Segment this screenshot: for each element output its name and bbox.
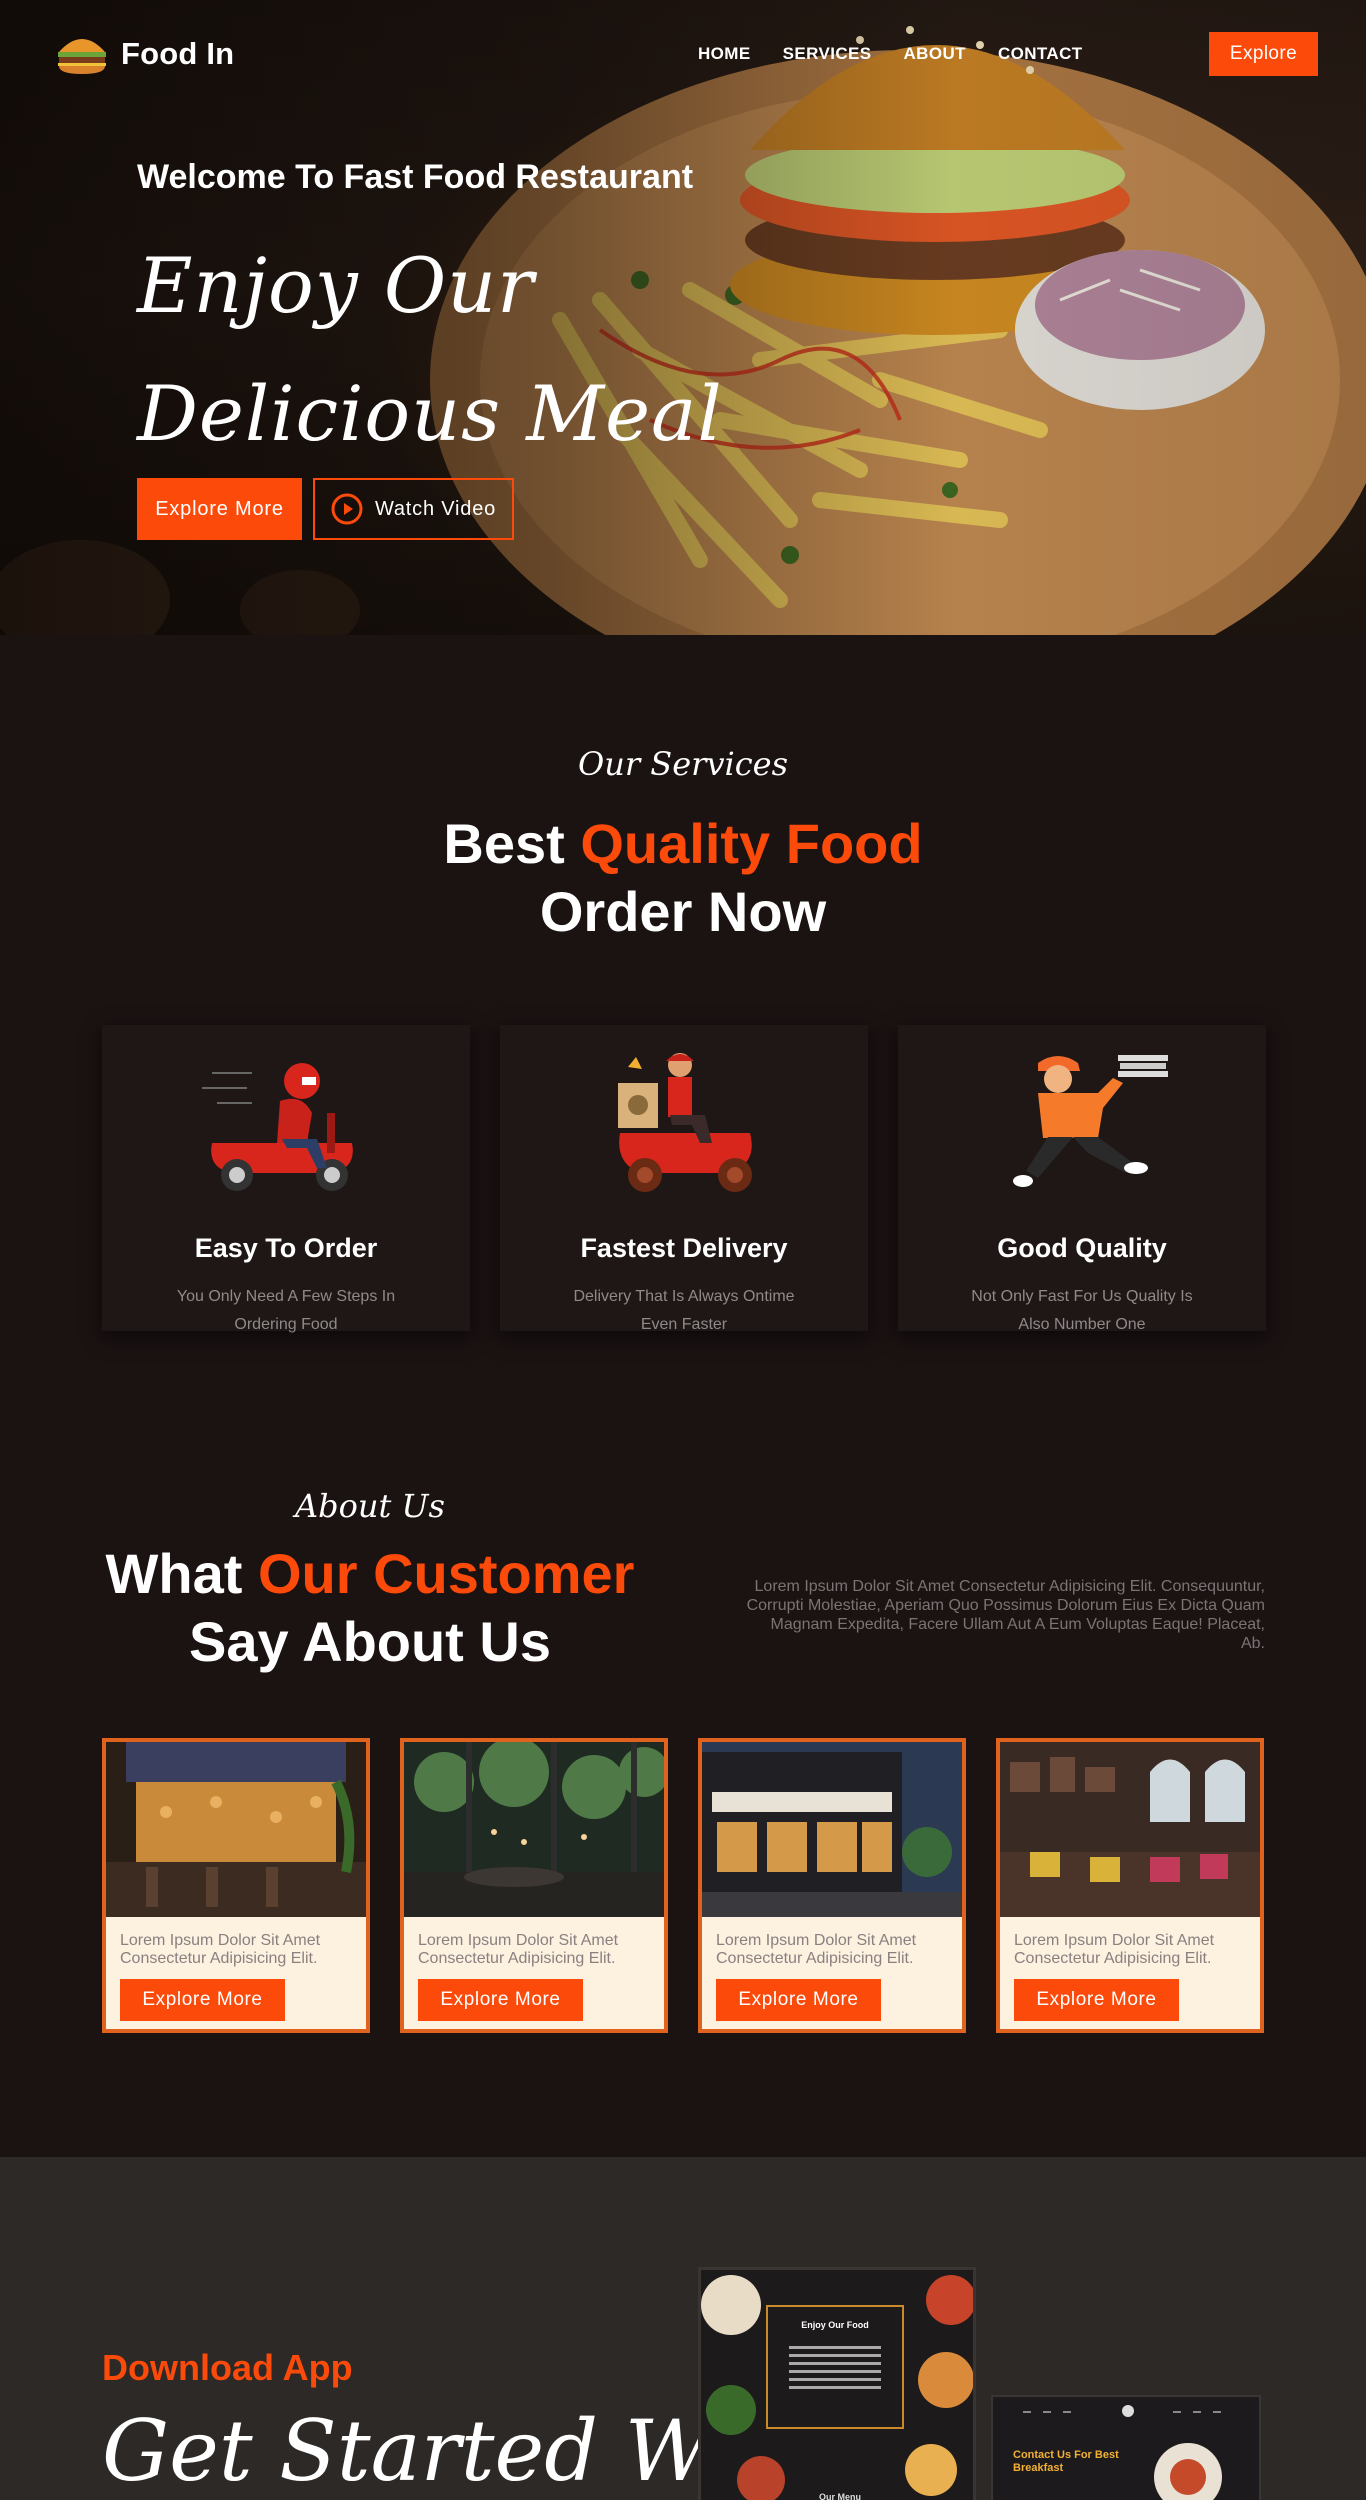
card-title: Fastest Delivery [580,1233,788,1263]
download-app-section: Download App Get Started With Enjoy Our … [0,2157,1366,2500]
nav-link-home[interactable]: HOME [698,44,751,64]
top-navbar: Food In HOME SERVICES ABOUT CONTACT Expl… [0,0,1366,110]
hero-subtitle: Welcome To Fast Food Restaurant [137,158,694,196]
explore-more-button[interactable]: Explore More [137,478,302,540]
hero-section: Food In HOME SERVICES ABOUT CONTACT Expl… [0,0,1366,635]
cafe-interior-photo [404,1742,664,1917]
testimonial-card: Lorem Ipsum Dolor Sit Amet Consectetur A… [698,1738,966,2033]
watch-video-button[interactable]: Watch Video [313,478,514,540]
testimonial-card: Lorem Ipsum Dolor Sit Amet Consectetur A… [400,1738,668,2033]
service-card-fastest-delivery: Fastest Delivery Delivery That Is Always… [500,1025,868,1333]
about-title-part1: What [105,1542,258,1605]
about-title: What Our Customer Say About Us [70,1540,670,1676]
download-app-label: Download App [102,2347,353,2388]
services-title: Best Quality Food Order Now [0,810,1366,946]
services-title-accent: Quality Food [580,812,923,875]
play-circle-icon [331,493,363,525]
nav-menu: HOME SERVICES ABOUT CONTACT [698,44,1083,64]
app-screenshot-menu: Enjoy Our Food Our Menu [698,2267,976,2500]
explore-more-button[interactable]: Explore More [716,1979,881,2021]
phone-menu-heading: Enjoy Our Food [801,2320,869,2330]
nav-link-contact[interactable]: CONTACT [998,44,1083,64]
about-description: Lorem Ipsum Dolor Sit Amet Consectetur A… [746,1578,1265,1652]
testimonial-card: Lorem Ipsum Dolor Sit Amet Consectetur A… [996,1738,1264,2033]
card-text: Lorem Ipsum Dolor Sit Amet Consectetur A… [120,1932,321,1967]
app-screenshot-contact: Contact Us For Best Breakfast [991,2395,1261,2500]
card-title: Good Quality [997,1233,1167,1263]
about-title-line2: Say About Us [189,1610,551,1673]
nav-link-services[interactable]: SERVICES [783,44,872,64]
card-description: You Only Need A Few Steps In Ordering Fo… [176,1288,396,1333]
restaurant-exterior-photo [702,1742,962,1917]
service-card-good-quality: Good Quality Not Only Fast For Us Qualit… [898,1025,1266,1333]
testimonial-card: Lorem Ipsum Dolor Sit Amet Consectetur A… [102,1738,370,2033]
card-title: Easy To Order [194,1233,378,1263]
hero-title-line-2: Delicious Meal [137,369,723,458]
phone-contact-heading: Contact Us For Best Breakfast [1013,2449,1119,2474]
dining-room-photo [1000,1742,1260,1917]
delivery-scooter-icon [618,1053,752,1192]
card-description: Not Only Fast For Us Quality Is Also Num… [971,1288,1193,1333]
card-description: Delivery That Is Always Ontime Even Fast… [573,1288,795,1333]
scooter-rider-icon [202,1063,353,1191]
explore-more-button[interactable]: Explore More [418,1979,583,2021]
service-card-easy-order: Easy To Order You Only Need A Few Steps … [102,1025,470,1333]
hero-title: Enjoy Our Delicious Meal [137,222,723,478]
explore-nav-button[interactable]: Explore [1209,32,1318,76]
explore-more-button[interactable]: Explore More [120,1979,285,2021]
phone-menu-footer: Our Menu [819,2492,861,2500]
card-text: Lorem Ipsum Dolor Sit Amet Consectetur A… [418,1932,619,1967]
burger-logo-icon [58,39,106,74]
about-script-label: About Us [295,1487,445,1525]
hero-title-line-1: Enjoy Our [137,241,535,330]
services-title-line2: Order Now [539,880,827,943]
watch-video-label: Watch Video [374,497,497,520]
card-text: Lorem Ipsum Dolor Sit Amet Consectetur A… [1014,1932,1215,1967]
nav-link-about[interactable]: ABOUT [903,44,965,64]
logo-text: Food In [121,36,235,71]
about-title-accent: Our Customer [257,1542,635,1605]
explore-more-button[interactable]: Explore More [1014,1979,1179,2021]
card-text: Lorem Ipsum Dolor Sit Amet Consectetur A… [716,1932,917,1967]
pizza-courier-icon [1013,1055,1168,1187]
services-script-label: Our Services [577,745,789,783]
logo[interactable]: Food In [55,32,234,76]
restaurant-photo [106,1742,366,1917]
services-title-part1: Best [443,812,581,875]
